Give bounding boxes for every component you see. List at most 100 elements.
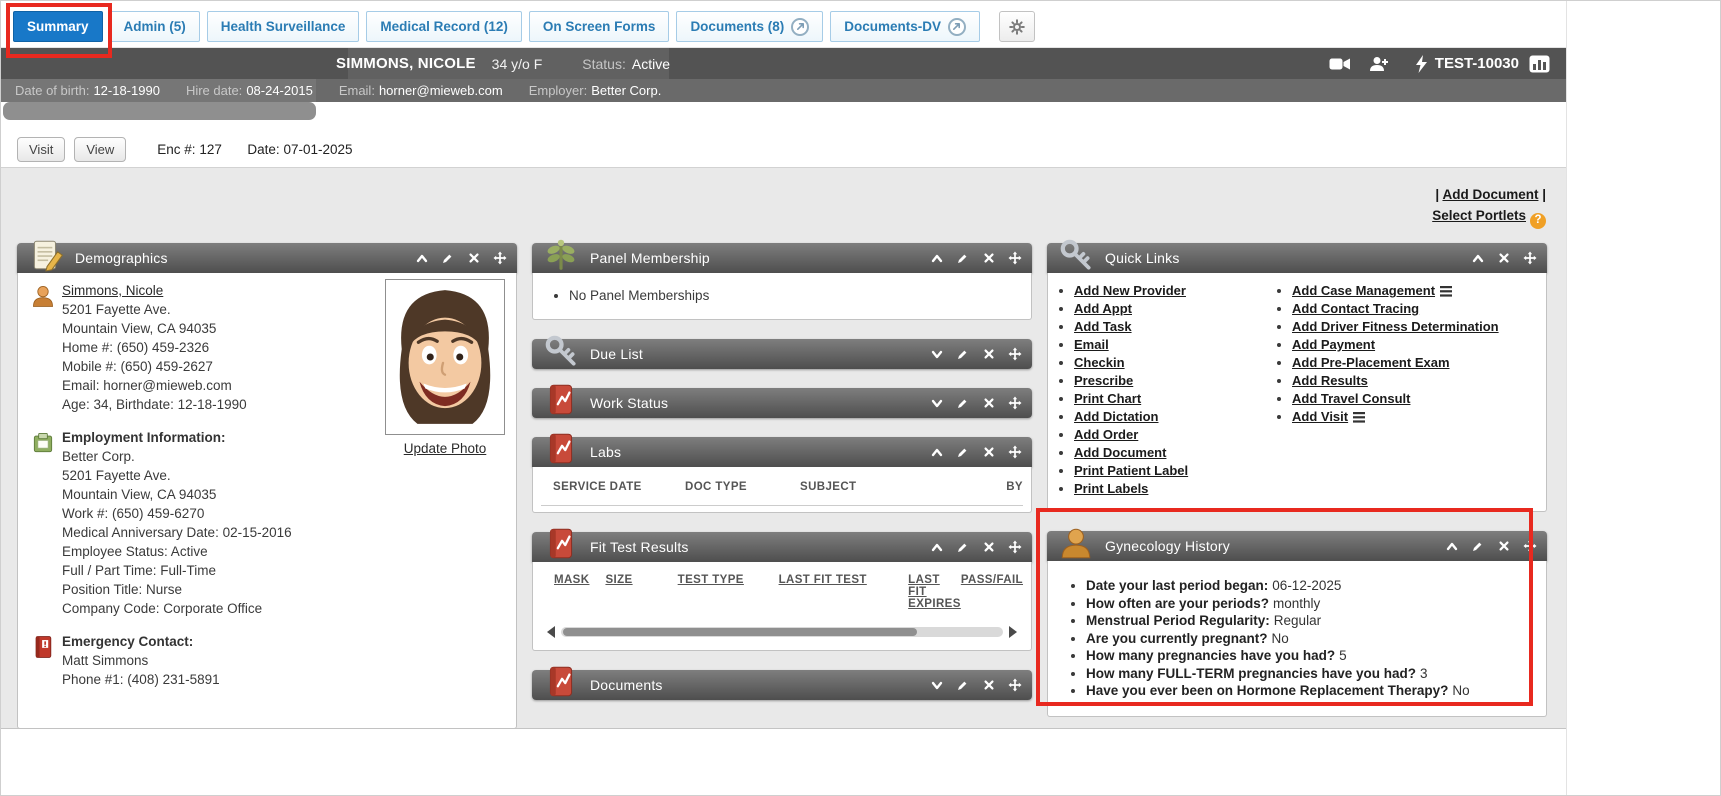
key-icon <box>1057 236 1095 274</box>
quick-link[interactable]: Checkin <box>1074 355 1125 370</box>
quick-link[interactable]: Add Payment <box>1292 337 1375 352</box>
fit-test-scrollbar[interactable] <box>547 626 1017 638</box>
scrollbar-track[interactable] <box>561 627 1003 637</box>
quick-link[interactable]: Add Document <box>1074 445 1166 460</box>
portlet-due-list: Due List <box>532 339 1032 369</box>
quick-link[interactable]: Add Pre-Placement Exam <box>1292 355 1450 370</box>
move-icon[interactable] <box>1522 539 1537 554</box>
edit-pencil-icon[interactable] <box>955 347 970 362</box>
collapse-icon[interactable] <box>1444 539 1459 554</box>
gyn-history-item: Are you currently pregnant?No <box>1086 630 1534 648</box>
quick-link[interactable]: Print Patient Label <box>1074 463 1188 478</box>
gear-icon[interactable] <box>999 11 1035 42</box>
move-icon[interactable] <box>492 251 507 266</box>
portlet-documents: Documents <box>532 670 1032 700</box>
move-icon[interactable] <box>1007 251 1022 266</box>
update-photo-link[interactable]: Update Photo <box>404 441 487 456</box>
visit-button[interactable]: Visit <box>17 137 65 162</box>
emergency-section: Emergency Contact: Matt SimmonsPhone #1:… <box>30 632 504 689</box>
encounter-bar: Visit View Enc #: 127 Date: 07-01-2025 <box>1 132 1566 168</box>
scrollbar-thumb[interactable] <box>563 628 917 636</box>
move-icon[interactable] <box>1007 678 1022 693</box>
camera-icon[interactable] <box>1329 57 1351 71</box>
scroll-right-icon[interactable] <box>1009 626 1017 638</box>
close-icon[interactable] <box>981 347 996 362</box>
close-icon[interactable] <box>981 396 996 411</box>
close-icon[interactable] <box>1496 251 1511 266</box>
gyn-history-item: How many FULL-TERM pregnancies have you … <box>1086 665 1534 683</box>
person-add-icon[interactable] <box>1369 56 1389 72</box>
red-chart-book-icon <box>542 430 580 468</box>
labs-column-header: SUBJECT <box>800 481 1006 493</box>
quick-link[interactable]: Add New Provider <box>1074 283 1186 298</box>
tab-health-surveillance[interactable]: Health Surveillance <box>207 11 360 42</box>
edit-pencil-icon[interactable] <box>955 678 970 693</box>
edit-pencil-icon[interactable] <box>955 396 970 411</box>
move-icon[interactable] <box>1007 445 1022 460</box>
tab-admin[interactable]: Admin (5) <box>110 11 200 42</box>
quick-link[interactable]: Add Appt <box>1074 301 1132 316</box>
quick-link[interactable]: Add Dictation <box>1074 409 1159 424</box>
popout-icon[interactable] <box>948 18 966 36</box>
bar-chart-icon[interactable] <box>1529 55 1550 73</box>
quick-link[interactable]: Add Travel Consult <box>1292 391 1410 406</box>
edit-pencil-icon[interactable] <box>1470 539 1485 554</box>
select-portlets-link[interactable]: Select Portlets <box>1432 208 1526 223</box>
quick-link-item: Add Order <box>1074 427 1270 442</box>
tab-on-screen-forms[interactable]: On Screen Forms <box>529 11 670 42</box>
employment-line: Mountain View, CA 94035 <box>62 485 292 504</box>
collapse-icon[interactable] <box>929 540 944 555</box>
portlet-title: Demographics <box>75 250 414 266</box>
quick-link[interactable]: Print Labels <box>1074 481 1148 496</box>
collapse-icon[interactable] <box>1470 251 1485 266</box>
labs-body: SERVICE DATEDOC TYPESUBJECTBY <box>532 467 1032 513</box>
view-button[interactable]: View <box>74 137 126 162</box>
quick-link[interactable]: Add Case Management <box>1292 283 1435 298</box>
quick-link[interactable]: Add Task <box>1074 319 1132 334</box>
move-icon[interactable] <box>1007 347 1022 362</box>
close-icon[interactable] <box>981 540 996 555</box>
quick-link[interactable]: Prescribe <box>1074 373 1133 388</box>
quick-link[interactable]: Email <box>1074 337 1109 352</box>
popout-icon[interactable] <box>791 18 809 36</box>
edit-pencil-icon[interactable] <box>955 251 970 266</box>
move-icon[interactable] <box>1007 540 1022 555</box>
move-icon[interactable] <box>1522 251 1537 266</box>
quick-link[interactable]: Print Chart <box>1074 391 1141 406</box>
quick-link[interactable]: Add Driver Fitness Determination <box>1292 319 1499 334</box>
tab-documents-dv[interactable]: Documents-DV <box>830 11 980 42</box>
edit-pencil-icon[interactable] <box>955 540 970 555</box>
close-icon[interactable] <box>981 445 996 460</box>
help-icon[interactable]: ? <box>1530 213 1546 229</box>
tab-summary[interactable]: Summary <box>13 11 103 42</box>
status-label: Status: <box>582 56 626 72</box>
quick-link[interactable]: Add Visit <box>1292 409 1348 424</box>
close-icon[interactable] <box>1496 539 1511 554</box>
collapsed-scroll-pill[interactable] <box>3 102 316 120</box>
collapse-icon[interactable] <box>414 251 429 266</box>
collapse-icon[interactable] <box>929 251 944 266</box>
patient-name-link[interactable]: Simmons, Nicole <box>62 283 163 298</box>
quick-link[interactable]: Add Results <box>1292 373 1368 388</box>
close-icon[interactable] <box>466 251 481 266</box>
tab-medical-record[interactable]: Medical Record (12) <box>366 11 522 42</box>
expand-icon[interactable] <box>929 678 944 693</box>
expand-icon[interactable] <box>929 347 944 362</box>
lightning-icon[interactable] <box>1415 55 1428 73</box>
gynecology-header: Gynecology History <box>1047 531 1547 561</box>
person-icon <box>1057 524 1095 562</box>
scroll-left-icon[interactable] <box>547 626 555 638</box>
edit-pencil-icon[interactable] <box>440 251 455 266</box>
quick-link[interactable]: Add Contact Tracing <box>1292 301 1419 316</box>
move-icon[interactable] <box>1007 396 1022 411</box>
close-icon[interactable] <box>981 251 996 266</box>
tab-documents[interactable]: Documents (8) <box>676 11 823 42</box>
close-icon[interactable] <box>981 678 996 693</box>
edit-pencil-icon[interactable] <box>955 445 970 460</box>
add-document-link[interactable]: Add Document <box>1442 187 1538 202</box>
quick-link[interactable]: Add Order <box>1074 427 1138 442</box>
gynecology-body: Date your last period began:06-12-2025Ho… <box>1047 561 1547 717</box>
collapse-icon[interactable] <box>929 445 944 460</box>
quick-link-item: Add Dictation <box>1074 409 1270 424</box>
expand-icon[interactable] <box>929 396 944 411</box>
